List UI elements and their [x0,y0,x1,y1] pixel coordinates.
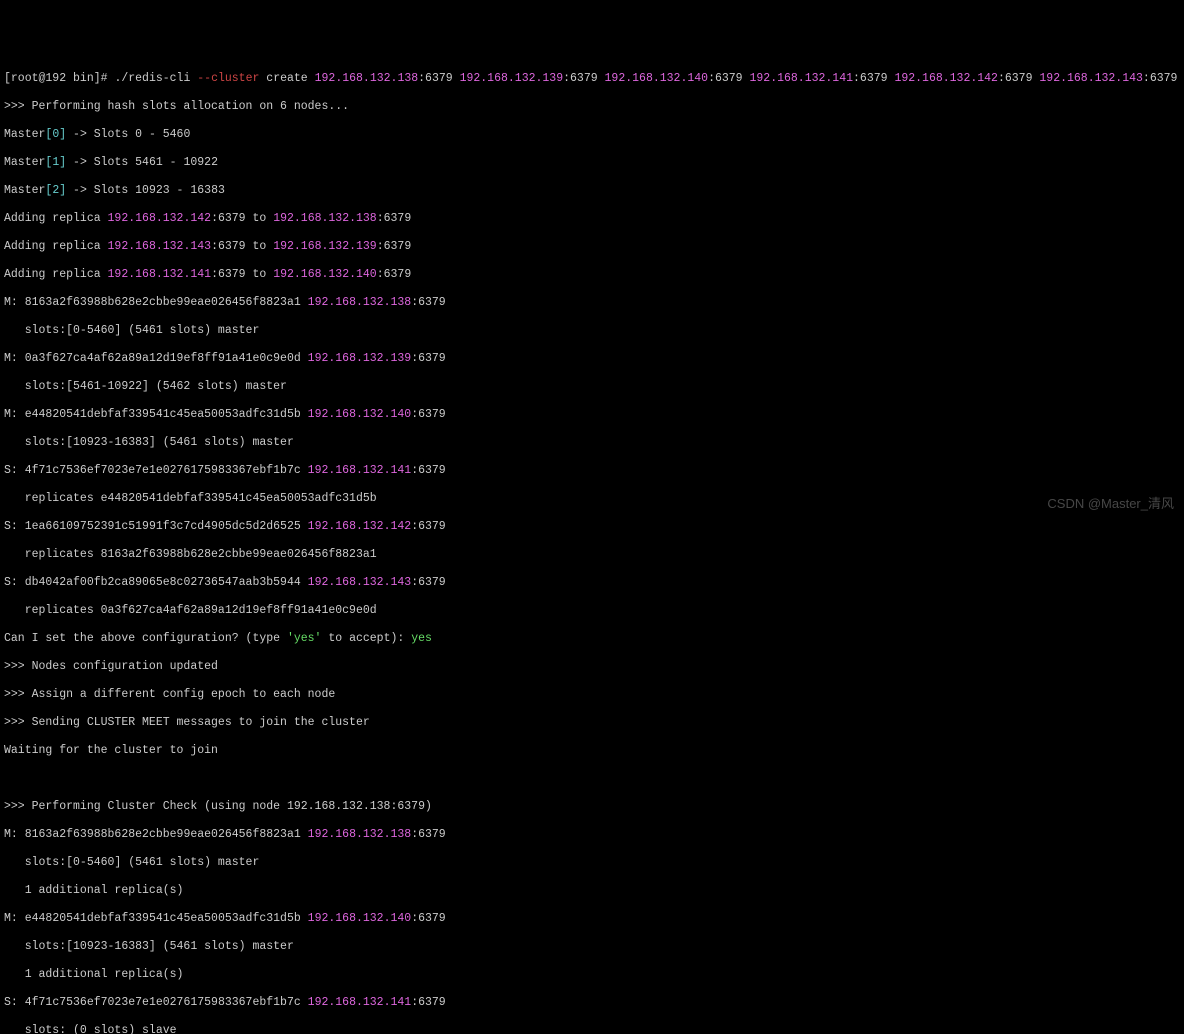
adding-replica: Adding replica 192.168.132.141:6379 to 1… [4,268,1180,282]
slots-info: slots:[0-5460] (5461 slots) master [4,324,1180,338]
replicates-info: replicates 8163a2f63988b628e2cbbe99eae02… [4,548,1180,562]
slots-info: slots: (0 slots) slave [4,1024,1180,1034]
watermark: CSDN @Master_清风 [1047,497,1174,511]
slave-node: S: 4f71c7536ef7023e7e1e0276175983367ebf1… [4,996,1180,1010]
replicates-info: replicates e44820541debfaf339541c45ea500… [4,492,1180,506]
master-assignment: Master[1] -> Slots 5461 - 10922 [4,156,1180,170]
master-node: M: 8163a2f63988b628e2cbbe99eae026456f882… [4,828,1180,842]
master-node: M: 0a3f627ca4af62a89a12d19ef8ff91a41e0c9… [4,352,1180,366]
slave-node: S: db4042af00fb2ca89065e8c02736547aab3b5… [4,576,1180,590]
slots-info: slots:[10923-16383] (5461 slots) master [4,436,1180,450]
replica-count: 1 additional replica(s) [4,884,1180,898]
status-line: >>> Nodes configuration updated [4,660,1180,674]
master-node: M: e44820541debfaf339541c45ea50053adfc31… [4,408,1180,422]
master-assignment: Master[0] -> Slots 0 - 5460 [4,128,1180,142]
master-node: M: 8163a2f63988b628e2cbbe99eae026456f882… [4,296,1180,310]
confirm-prompt: Can I set the above configuration? (type… [4,632,1180,646]
command-line: [root@192 bin]# ./redis-cli --cluster cr… [4,72,1180,86]
allocation-header: >>> Performing hash slots allocation on … [4,100,1180,114]
master-node: M: e44820541debfaf339541c45ea50053adfc31… [4,912,1180,926]
status-line: >>> Assign a different config epoch to e… [4,688,1180,702]
slave-node: S: 4f71c7536ef7023e7e1e0276175983367ebf1… [4,464,1180,478]
adding-replica: Adding replica 192.168.132.143:6379 to 1… [4,240,1180,254]
master-assignment: Master[2] -> Slots 10923 - 16383 [4,184,1180,198]
slots-info: slots:[5461-10922] (5462 slots) master [4,380,1180,394]
blank-line [4,772,1180,786]
status-line: Waiting for the cluster to join [4,744,1180,758]
check-header: >>> Performing Cluster Check (using node… [4,800,1180,814]
terminal-output[interactable]: [root@192 bin]# ./redis-cli --cluster cr… [4,58,1180,1034]
status-line: >>> Sending CLUSTER MEET messages to joi… [4,716,1180,730]
slots-info: slots:[10923-16383] (5461 slots) master [4,940,1180,954]
replicates-info: replicates 0a3f627ca4af62a89a12d19ef8ff9… [4,604,1180,618]
replica-count: 1 additional replica(s) [4,968,1180,982]
adding-replica: Adding replica 192.168.132.142:6379 to 1… [4,212,1180,226]
slave-node: S: 1ea66109752391c51991f3c7cd4905dc5d2d6… [4,520,1180,534]
slots-info: slots:[0-5460] (5461 slots) master [4,856,1180,870]
